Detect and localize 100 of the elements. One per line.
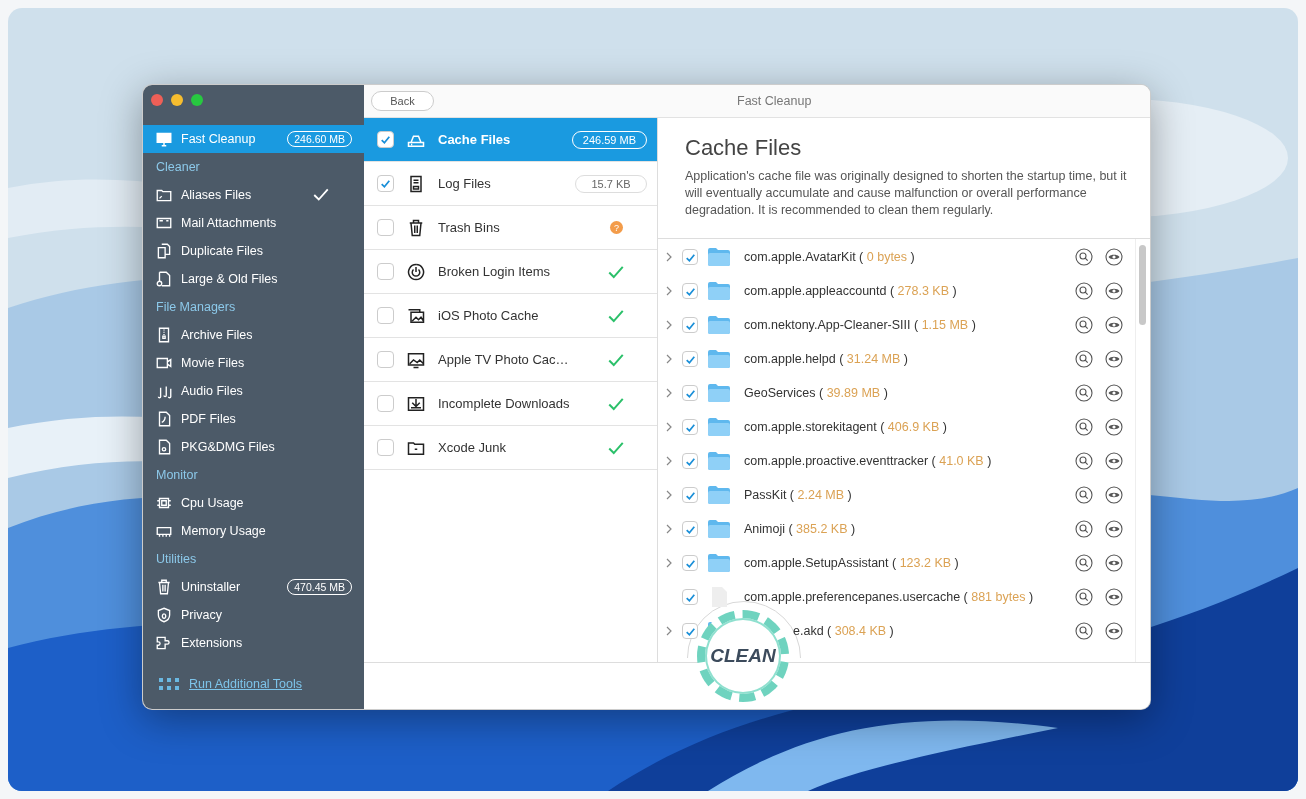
file-name: PassKit ( 2.24 MB ) [744, 488, 853, 502]
search-icon[interactable] [1075, 486, 1093, 504]
search-icon[interactable] [1075, 520, 1093, 538]
section-header: Monitor [155, 467, 199, 484]
eye-icon[interactable] [1105, 554, 1123, 572]
category-row[interactable]: Log Files 15.7 KB [364, 162, 657, 206]
search-icon[interactable] [1075, 384, 1093, 402]
file-name: com.apple.appleaccountd ( 278.3 KB ) [744, 284, 958, 298]
sidebar-item[interactable]: Audio Files [143, 377, 364, 405]
sidebar-item[interactable]: Aliases Files [143, 181, 364, 209]
folder-icon [708, 383, 730, 403]
search-icon[interactable] [1075, 622, 1093, 640]
checkbox[interactable] [682, 453, 698, 469]
checkbox[interactable] [377, 307, 394, 324]
checkbox[interactable] [377, 175, 394, 192]
power-icon [406, 261, 426, 282]
sidebar-item[interactable]: Movie Files [143, 349, 364, 377]
checkbox[interactable] [682, 521, 698, 537]
chevron-icon[interactable] [665, 354, 673, 364]
checkbox[interactable] [377, 219, 394, 236]
section-header: Cleaner [155, 159, 201, 176]
sidebar-item[interactable]: PDF Files [143, 405, 364, 433]
search-icon[interactable] [1075, 554, 1093, 572]
chevron-icon[interactable] [665, 490, 673, 500]
checkbox[interactable] [682, 317, 698, 333]
eye-icon[interactable] [1105, 248, 1123, 266]
shield-icon [155, 606, 173, 624]
minimize-button[interactable] [171, 94, 183, 106]
eye-icon[interactable] [1105, 486, 1123, 504]
run-tools-link[interactable]: Run Additional Tools [189, 677, 303, 691]
sidebar-item[interactable]: Mail Attachments [143, 209, 364, 237]
checkbox[interactable] [682, 385, 698, 401]
category-row[interactable]: Apple TV Photo Cac… [364, 338, 657, 382]
window-title: Fast Cleanup [737, 94, 812, 108]
close-button[interactable] [151, 94, 163, 106]
eye-icon[interactable] [1105, 588, 1123, 606]
checkbox[interactable] [377, 439, 394, 456]
checkbox[interactable] [377, 263, 394, 280]
checkbox[interactable] [682, 283, 698, 299]
sidebar-item[interactable]: PKG&DMG Files [143, 433, 364, 461]
category-row[interactable]: iOS Photo Cache [364, 294, 657, 338]
search-icon[interactable] [1075, 350, 1093, 368]
search-icon[interactable] [1075, 248, 1093, 266]
sidebar-item[interactable]: Duplicate Files [143, 237, 364, 265]
checkbox[interactable] [377, 395, 394, 412]
eye-icon[interactable] [1105, 282, 1123, 300]
checkbox[interactable] [682, 249, 698, 265]
search-icon[interactable] [1075, 418, 1093, 436]
chevron-icon[interactable] [665, 524, 673, 534]
eye-icon[interactable] [1105, 452, 1123, 470]
eye-icon[interactable] [1105, 384, 1123, 402]
zoom-button[interactable] [191, 94, 203, 106]
category-row[interactable]: Trash Bins ? [364, 206, 657, 250]
search-icon[interactable] [1075, 588, 1093, 606]
folder-icon [708, 451, 730, 471]
folder-icon [708, 349, 730, 369]
category-row[interactable]: Incomplete Downloads [364, 382, 657, 426]
checkbox[interactable] [682, 555, 698, 571]
grid-icon [159, 678, 179, 690]
file-name: com.apple.storekitagent ( 406.9 KB ) [744, 420, 948, 434]
file-name: com.apple.proactive.eventtracker ( 41.0 KB ) [744, 454, 993, 468]
eye-icon[interactable] [1105, 622, 1123, 640]
chevron-icon[interactable] [665, 388, 673, 398]
chevron-icon[interactable] [665, 558, 673, 568]
category-row[interactable]: Xcode Junk [364, 426, 657, 470]
checkbox[interactable] [682, 351, 698, 367]
eye-icon[interactable] [1105, 520, 1123, 538]
back-button[interactable]: Back [371, 91, 434, 111]
chevron-icon[interactable] [665, 252, 673, 262]
checkbox[interactable] [682, 487, 698, 503]
chevron-icon[interactable] [665, 456, 673, 466]
sidebar-item[interactable]: Large & Old Files [143, 265, 364, 293]
checkbox[interactable] [377, 131, 394, 148]
sidebar-item[interactable]: Extensions [143, 629, 364, 657]
chevron-icon[interactable] [665, 286, 673, 296]
sidebar-item[interactable]: Uninstaller 470.45 MB [143, 573, 364, 601]
checkbox[interactable] [377, 351, 394, 368]
scrollbar-thumb[interactable] [1139, 245, 1146, 325]
sidebar-item[interactable]: Memory Usage [143, 517, 364, 545]
folder-icon [708, 553, 730, 573]
sidebar-item[interactable]: Cpu Usage [143, 489, 364, 517]
check-icon [379, 133, 392, 146]
file-name: GeoServices ( 39.89 MB ) [744, 386, 889, 400]
puzzle-icon [155, 634, 173, 652]
category-row[interactable]: Broken Login Items [364, 250, 657, 294]
search-icon[interactable] [1075, 316, 1093, 334]
sidebar-item[interactable]: Privacy [143, 601, 364, 629]
file-name: com.apple.AvatarKit ( 0 bytes ) [744, 250, 916, 264]
chevron-icon[interactable] [665, 422, 673, 432]
eye-icon[interactable] [1105, 316, 1123, 334]
chevron-icon[interactable] [665, 626, 673, 636]
search-icon[interactable] [1075, 452, 1093, 470]
checkbox[interactable] [682, 589, 698, 605]
folder-icon [708, 315, 730, 335]
eye-icon[interactable] [1105, 350, 1123, 368]
search-icon[interactable] [1075, 282, 1093, 300]
checkbox[interactable] [682, 419, 698, 435]
eye-icon[interactable] [1105, 418, 1123, 436]
sidebar-item[interactable]: Archive Files [143, 321, 364, 349]
chevron-icon[interactable] [665, 320, 673, 330]
